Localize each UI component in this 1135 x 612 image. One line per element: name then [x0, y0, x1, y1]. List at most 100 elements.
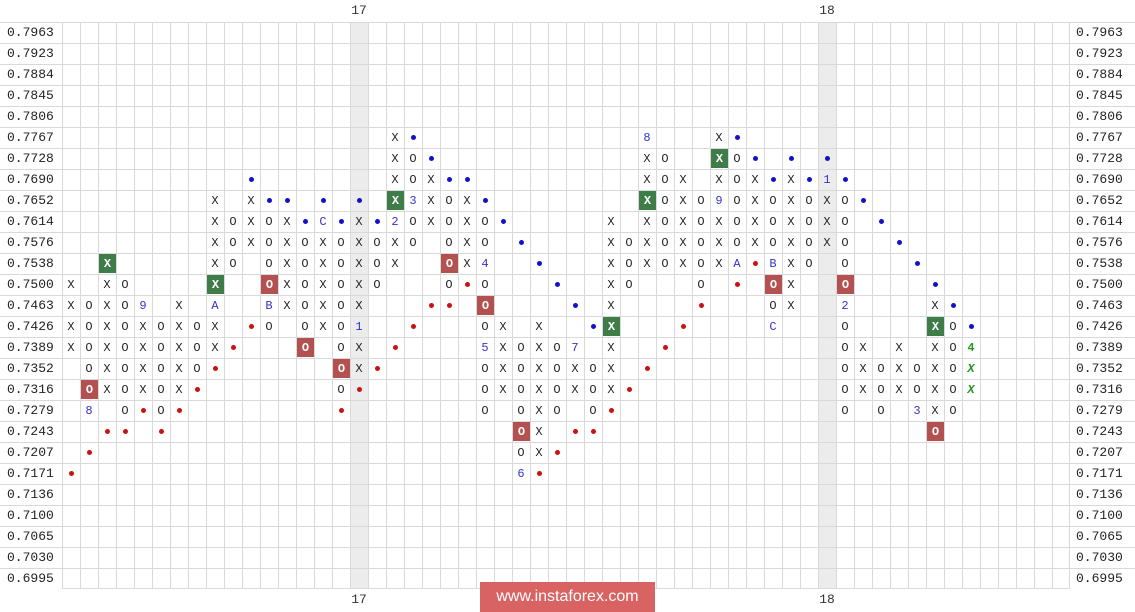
pf-cell-o: O — [733, 151, 741, 166]
pf-cell-rd — [674, 316, 692, 337]
pf-cell-rd — [692, 295, 710, 316]
pf-cell-bd — [368, 211, 386, 232]
pf-cell-gx: X — [387, 191, 404, 210]
price-label-right: 0.7100 — [1076, 508, 1123, 523]
pf-cell-x: X — [463, 235, 471, 250]
pf-cell-o: O — [157, 319, 165, 334]
price-label-right: 0.7806 — [1076, 109, 1123, 124]
price-label-left: 0.7065 — [7, 529, 54, 544]
pf-cell-o: O — [157, 382, 165, 397]
pf-cell-x: X — [67, 277, 75, 292]
price-label-right: 0.7845 — [1076, 88, 1123, 103]
pf-cell-x: X — [355, 235, 363, 250]
pf-cell-x: X — [679, 256, 687, 271]
pf-cell-bd — [728, 127, 746, 148]
price-label-left: 0.6995 — [7, 571, 54, 586]
price-label-left: 0.7279 — [7, 403, 54, 418]
pf-cell-o: O — [481, 235, 489, 250]
pf-cell-ro: O — [927, 422, 944, 441]
pf-cell-x: X — [391, 256, 399, 271]
pf-cell-x: X — [139, 382, 147, 397]
pf-cell-o: O — [121, 382, 129, 397]
pf-cell-o: O — [661, 214, 669, 229]
pf-cell-o: O — [337, 277, 345, 292]
pf-cell-bd — [458, 169, 476, 190]
pf-cell-x: X — [643, 256, 651, 271]
pf-cell-o: O — [949, 382, 957, 397]
pf-cell-o: O — [85, 361, 93, 376]
pf-cell-o: O — [805, 235, 813, 250]
pf-cell-x: X — [499, 319, 507, 334]
pf-cell-o: O — [769, 193, 777, 208]
price-label-left: 0.7845 — [7, 88, 54, 103]
pf-cell-x: X — [67, 298, 75, 313]
price-axis-left: 0.7963 0.7923 0.7884 0.7845 0.7806 0.7767 0.77… — [0, 22, 62, 589]
price-label-left: 0.7576 — [7, 235, 54, 250]
pf-cell-o: O — [625, 277, 633, 292]
pf-cell-gx: X — [927, 317, 944, 336]
pf-cell-x: X — [319, 277, 327, 292]
pf-cell-o: O — [265, 319, 273, 334]
pf-cell-x: X — [931, 340, 939, 355]
pf-cell-g: X — [967, 382, 975, 397]
year-label-top: 18 — [819, 3, 835, 18]
pf-cell-o: O — [301, 277, 309, 292]
pf-cell-o: O — [589, 382, 597, 397]
price-label-right: 0.6995 — [1076, 571, 1123, 586]
pf-cell-x: X — [787, 214, 795, 229]
pf-cell-o: O — [373, 256, 381, 271]
pf-cell-rd — [134, 400, 152, 421]
pf-cell-x: X — [715, 172, 723, 187]
pf-cell-x: X — [787, 193, 795, 208]
pf-cell-o: O — [517, 340, 525, 355]
pf-cell-o: O — [445, 277, 453, 292]
pf-cell-o: O — [373, 277, 381, 292]
pf-cell-ro: O — [333, 359, 350, 378]
pf-cell-o: O — [805, 193, 813, 208]
pf-cell-x: X — [751, 172, 759, 187]
pf-cell-o: O — [769, 214, 777, 229]
pf-cell-o: O — [733, 214, 741, 229]
pf-cell-gx: X — [99, 254, 116, 273]
pf-cell-x: X — [427, 193, 435, 208]
pf-cell-x: X — [175, 319, 183, 334]
pf-cell-x: X — [823, 235, 831, 250]
pf-cell-x: X — [355, 361, 363, 376]
price-label-right: 0.7463 — [1076, 298, 1123, 313]
price-label-left: 0.7614 — [7, 214, 54, 229]
pf-cell-bd — [332, 211, 350, 232]
pf-cell-o: O — [841, 403, 849, 418]
pf-cell-x: X — [247, 193, 255, 208]
pf-cell-o: O — [85, 298, 93, 313]
pf-cell-rd — [206, 358, 224, 379]
pf-cell-x: X — [643, 172, 651, 187]
pf-cell-bd — [944, 295, 962, 316]
pf-cell-x: X — [931, 361, 939, 376]
pf-cell-rd — [656, 337, 674, 358]
pf-cell-ro: O — [297, 338, 314, 357]
pf-cell-x: X — [715, 214, 723, 229]
pf-cell-x: X — [571, 361, 579, 376]
price-label-left: 0.7426 — [7, 319, 54, 334]
pf-cell-x: X — [499, 361, 507, 376]
pf-cell-x: X — [607, 382, 615, 397]
pf-cell-x: X — [679, 193, 687, 208]
price-label-right: 0.7576 — [1076, 235, 1123, 250]
pf-cell-rd — [188, 379, 206, 400]
pf-cell-m: 7 — [571, 340, 579, 355]
pf-cell-o: O — [517, 403, 525, 418]
pf-cell-bd — [548, 274, 566, 295]
pf-cell-bd — [242, 169, 260, 190]
year-label-top: 17 — [351, 3, 367, 18]
price-label-left: 0.7100 — [7, 508, 54, 523]
pf-cell-x: X — [535, 403, 543, 418]
pf-cell-o: O — [949, 361, 957, 376]
pf-cell-x: X — [355, 277, 363, 292]
pf-cell-o: O — [877, 361, 885, 376]
pf-cell-m: 5 — [481, 340, 489, 355]
price-label-left: 0.7923 — [7, 46, 54, 61]
pf-cell-x: X — [499, 340, 507, 355]
pf-cell-rd — [602, 400, 620, 421]
price-label-left: 0.7963 — [7, 25, 54, 40]
pf-cell-m: 8 — [85, 403, 93, 418]
